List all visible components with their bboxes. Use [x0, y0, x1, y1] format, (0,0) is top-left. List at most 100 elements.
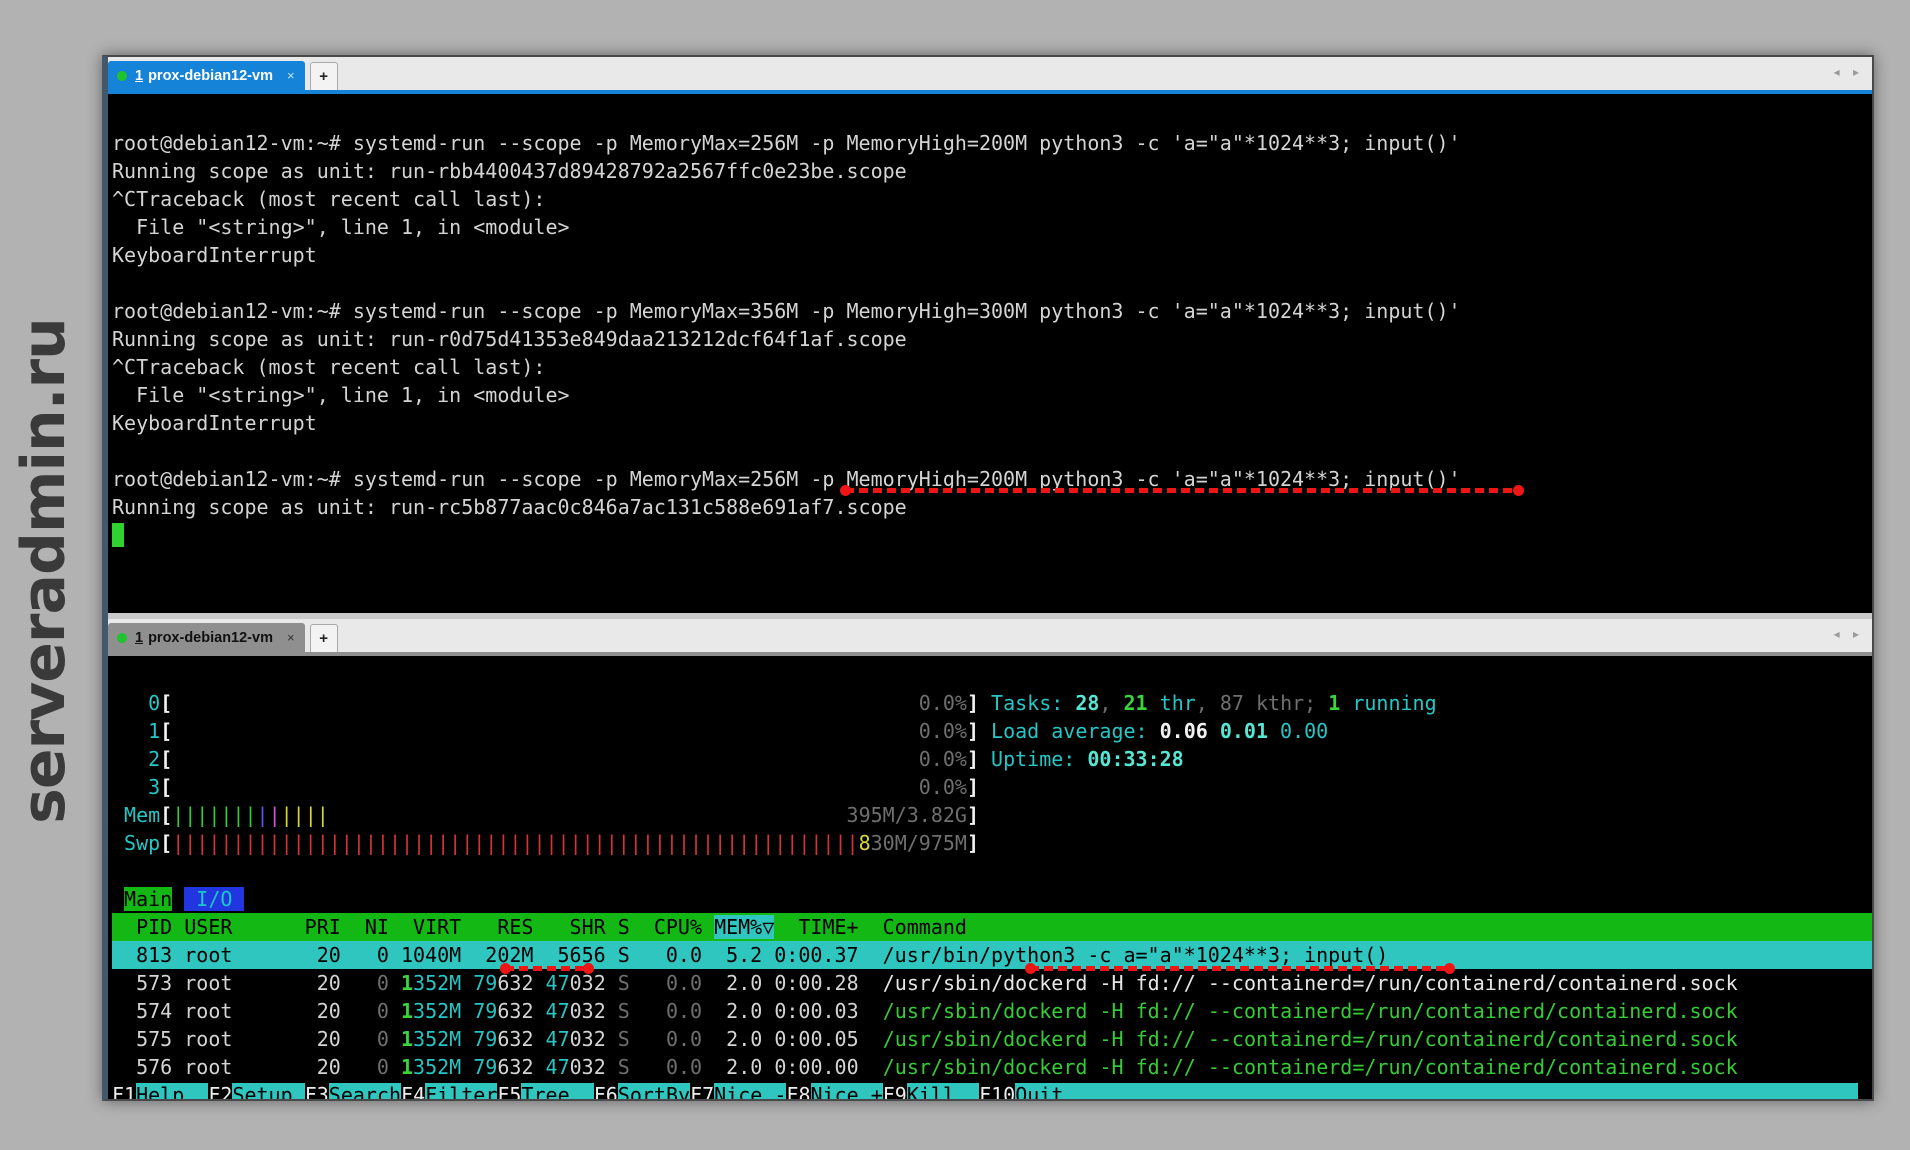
terminal-text-segment: 47: [546, 1055, 570, 1079]
new-tab-button[interactable]: +: [310, 624, 338, 652]
fkey-button[interactable]: F2: [208, 1083, 232, 1099]
terminal-text-segment: 3: [112, 775, 160, 799]
terminal-text-segment: [461, 999, 473, 1023]
fkey-button[interactable]: Quit: [1015, 1083, 1858, 1099]
terminal-text-segment: 352M: [413, 999, 461, 1023]
fkey-button[interactable]: F3: [305, 1083, 329, 1099]
tab-session-title: prox-debian12-vm: [148, 630, 273, 646]
terminal-line: ^CTraceback (most recent call last):: [112, 353, 1872, 381]
htop-row: 813 root 20 0 1040M 202M 5656 S 0.0 5.2 …: [112, 941, 1872, 969]
terminal-text-segment: [859, 1027, 883, 1051]
terminal-text-segment: File "<string>", line 1, in <module>: [112, 383, 570, 407]
terminal-text-segment: Uptime:: [991, 747, 1087, 771]
fkey-button[interactable]: Setup: [232, 1083, 304, 1099]
terminal-text-segment: |: [269, 803, 281, 827]
new-tab-button[interactable]: +: [310, 62, 338, 90]
terminal-text-segment: 352M: [413, 971, 461, 995]
terminal-text-segment: 0:00.28: [762, 971, 858, 995]
htop-row: Main I/O: [112, 885, 1872, 913]
terminal-text-segment: MEM%▽: [714, 915, 774, 939]
fkey-button[interactable]: SortBy: [618, 1083, 690, 1099]
htop-row: PID USER PRI NI VIRT RES SHR S CPU% MEM%…: [112, 913, 1872, 941]
terminal-line: Running scope as unit: run-rbb4400437d89…: [112, 157, 1872, 185]
terminal-text-segment: [461, 1027, 473, 1051]
terminal-text-segment: [979, 719, 991, 743]
fkey-button[interactable]: Kill: [907, 1083, 979, 1099]
tab-prox-debian12-vm-bottom[interactable]: 1prox-debian12-vm ×: [108, 623, 305, 652]
htop-row: 3[ 0.0%]: [112, 773, 1872, 801]
terminal-text-segment: 632: [497, 1027, 545, 1051]
fkey-button[interactable]: Tree: [521, 1083, 593, 1099]
session-status-icon: [117, 71, 127, 81]
htop-row: 576 root 20 0 1352M 79632 47032 S 0.0 2.…: [112, 1053, 1872, 1081]
terminal-text-segment: File "<string>", line 1, in <module>: [112, 215, 570, 239]
fkey-button[interactable]: Nice +: [811, 1083, 883, 1099]
terminal-text-segment: |||||||: [172, 803, 256, 827]
fkey-button[interactable]: F8: [786, 1083, 810, 1099]
terminal-text-segment: 574 root 20: [112, 999, 341, 1023]
terminal-text-segment: 352M: [413, 1055, 461, 1079]
terminal-text-segment: 813 root 20 0 1040M 202M 5656 S 0.0 5.2 …: [112, 943, 1388, 967]
terminal-text-segment: 0.0%: [919, 719, 967, 743]
terminal-text-segment: [859, 1055, 883, 1079]
terminal-text-segment: Mem: [112, 803, 160, 827]
terminal-text-segment: 032: [570, 1027, 606, 1051]
terminal-text-segment: 632: [497, 971, 545, 995]
terminal-output-top[interactable]: root@debian12-vm:~# systemd-run --scope …: [108, 94, 1872, 613]
terminal-text-segment: ^CTraceback (most recent call last):: [112, 355, 545, 379]
terminal-text-segment: /usr/sbin/dockerd -H fd:// --containerd=…: [883, 971, 1738, 995]
terminal-text-segment: ]: [967, 803, 979, 827]
terminal-text-segment: Tasks:: [991, 691, 1075, 715]
htop-tab-main[interactable]: Main: [124, 887, 172, 911]
tab-scroll-arrows[interactable]: ◂ ▸: [1834, 65, 1864, 79]
terminal-text-segment: 632: [497, 999, 545, 1023]
terminal-text-segment: Running scope as unit: run-rbb4400437d89…: [112, 159, 907, 183]
terminal-text-segment: [979, 747, 991, 771]
fkey-button[interactable]: F9: [883, 1083, 907, 1099]
terminal-text-segment: [: [160, 719, 172, 743]
tab-prox-debian12-vm-top[interactable]: 1prox-debian12-vm ×: [108, 61, 305, 90]
htop-terminal[interactable]: 0[ 0.0%] Tasks: 28, 21 thr, 87 kthr; 1 r…: [108, 656, 1872, 1099]
terminal-text-segment: [389, 1027, 401, 1051]
fkey-button[interactable]: Help: [136, 1083, 208, 1099]
terminal-line: root@debian12-vm:~# systemd-run --scope …: [112, 129, 1872, 157]
fkey-button[interactable]: F10: [979, 1083, 1015, 1099]
terminal-text-segment: 2.0: [702, 999, 762, 1023]
terminal-text-segment: ]: [967, 747, 979, 771]
fkey-button[interactable]: F5: [497, 1083, 521, 1099]
terminal-text-segment: 0.0%: [919, 747, 967, 771]
tab-scroll-arrows[interactable]: ◂ ▸: [1834, 627, 1864, 641]
terminal-text-segment: Running scope as unit: run-r0d75d41353e8…: [112, 327, 907, 351]
htop-tab-io[interactable]: I/O: [184, 887, 244, 911]
terminal-text-segment: [461, 971, 473, 995]
terminal-text-segment: 21: [1124, 691, 1148, 715]
fkey-button[interactable]: Search: [329, 1083, 401, 1099]
terminal-text-segment: /usr/sbin/dockerd -H fd:// --containerd=…: [883, 1027, 1738, 1051]
terminal-text-segment: [172, 747, 919, 771]
htop-row: [112, 857, 1872, 885]
close-icon[interactable]: ×: [287, 630, 295, 645]
annotation-red-dashed-underline: [505, 966, 589, 971]
fkey-button[interactable]: F6: [594, 1083, 618, 1099]
close-icon[interactable]: ×: [287, 68, 295, 83]
fkey-button[interactable]: Nice -: [714, 1083, 786, 1099]
terminal-text-segment: /usr/sbin/dockerd -H fd:// --containerd=…: [883, 999, 1738, 1023]
terminal-text-segment: 30M/975M: [871, 831, 967, 855]
terminal-text-segment: 79: [473, 1027, 497, 1051]
terminal-text-segment: 47: [546, 1027, 570, 1051]
terminal-text-segment: root@debian12-vm:~# systemd-run --scope …: [112, 299, 1461, 323]
terminal-text-segment: 0: [112, 691, 160, 715]
htop-row: 0[ 0.0%] Tasks: 28, 21 thr, 87 kthr; 1 r…: [112, 689, 1872, 717]
fkey-button[interactable]: F1: [112, 1083, 136, 1099]
terminal-line: Running scope as unit: run-r0d75d41353e8…: [112, 325, 1872, 353]
fkey-button[interactable]: Filter: [425, 1083, 497, 1099]
fkey-button[interactable]: F7: [690, 1083, 714, 1099]
tab-session-title: prox-debian12-vm: [148, 68, 273, 84]
terminal-text-segment: [172, 887, 184, 911]
terminal-text-segment: [172, 691, 919, 715]
terminal-text-segment: 00:33:28: [1087, 747, 1183, 771]
fkey-button[interactable]: F4: [401, 1083, 425, 1099]
terminal-text-segment: 1: [401, 1027, 413, 1051]
terminal-text-segment: S: [606, 1055, 630, 1079]
terminal-text-segment: , 87 kthr;: [1196, 691, 1328, 715]
